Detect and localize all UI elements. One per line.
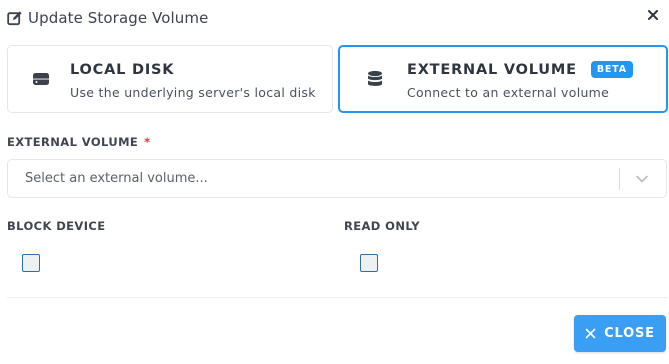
external-volume-description: Connect to an external volume: [407, 84, 610, 100]
database-icon: [367, 70, 385, 88]
external-volume-option[interactable]: EXTERNAL VOLUME BETA Connect to an exter…: [338, 45, 668, 113]
dialog-title: Update Storage Volume: [28, 9, 209, 27]
hard-drive-icon: [32, 70, 50, 88]
required-marker: *: [144, 135, 151, 149]
local-disk-title: LOCAL DISK: [70, 61, 175, 78]
close-icon[interactable]: [646, 8, 660, 22]
external-volume-label: EXTERNAL VOLUME *: [7, 135, 151, 149]
beta-badge: BETA: [590, 61, 633, 78]
close-button[interactable]: CLOSE: [574, 315, 666, 352]
block-device-label: BLOCK DEVICE: [7, 219, 106, 233]
footer-divider: [7, 297, 667, 298]
local-disk-description: Use the underlying server's local disk: [70, 84, 316, 100]
close-icon: [585, 328, 596, 339]
block-device-checkbox[interactable]: [22, 254, 40, 272]
dialog-header: Update Storage Volume: [7, 7, 208, 29]
select-separator: [619, 168, 620, 190]
read-only-label: READ ONLY: [344, 219, 421, 233]
edit-icon: [7, 10, 23, 26]
external-volume-title: EXTERNAL VOLUME: [407, 61, 577, 78]
external-volume-label-text: EXTERNAL VOLUME: [7, 135, 139, 149]
local-disk-option[interactable]: LOCAL DISK Use the underlying server's l…: [7, 45, 333, 113]
read-only-checkbox[interactable]: [360, 254, 378, 272]
external-volume-select[interactable]: [7, 159, 667, 198]
chevron-down-icon[interactable]: [635, 173, 649, 185]
external-volume-input[interactable]: [25, 171, 595, 186]
close-button-label: CLOSE: [604, 326, 655, 341]
